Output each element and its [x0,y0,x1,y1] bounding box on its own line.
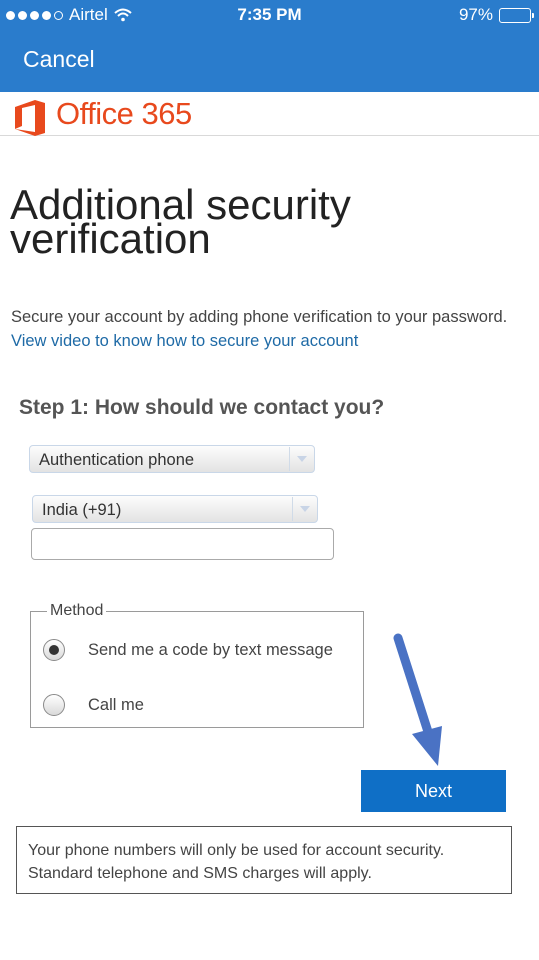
method-legend: Method [47,602,107,620]
battery-percent: 97% [458,5,493,24]
phone-number-input[interactable] [31,528,334,560]
status-bar: Airtel 7:35 PM 97% [0,0,539,32]
step-heading: Step 1: How should we contact you? [19,396,385,419]
country-code-value: India (+91) [42,501,122,519]
chevron-down-icon [292,497,316,521]
method-group: Method Send me a code by text message Ca… [30,602,364,728]
video-help-link[interactable]: View video to know how to secure your ac… [11,332,358,350]
chevron-down-icon [289,447,313,471]
annotation-arrow-icon [393,633,442,766]
radio-option-text-message[interactable]: Send me a code by text message [43,639,333,661]
notice-line-1: Your phone numbers will only be used for… [28,842,445,859]
radio-label: Send me a code by text message [88,640,333,659]
radio-label: Call me [88,695,144,714]
cancel-button[interactable]: Cancel [23,46,95,73]
notice-line-2: Standard telephone and SMS charges will … [28,865,372,882]
status-right: 97% [458,5,534,25]
security-notice: Your phone numbers will only be used for… [16,826,512,894]
intro-text: Secure your account by adding phone veri… [11,308,508,326]
page-title: Additional security verification [10,181,351,262]
top-bar: Airtel 7:35 PM 97% Cancel [0,0,539,92]
radio-unselected[interactable] [43,694,65,716]
country-code-select[interactable]: India (+91) [32,495,318,523]
contact-method-value: Authentication phone [39,451,195,469]
next-button[interactable]: Next [361,770,506,812]
radio-selected[interactable] [43,639,65,661]
brand-name: Office 365 [56,96,192,131]
contact-method-select[interactable]: Authentication phone [29,445,315,473]
intro-paragraph: Secure your account by adding phone veri… [11,305,521,353]
brand-header: Office 365 [0,92,539,136]
office-logo-icon [15,100,45,136]
battery-icon [499,7,534,23]
radio-option-call[interactable]: Call me [43,694,144,716]
